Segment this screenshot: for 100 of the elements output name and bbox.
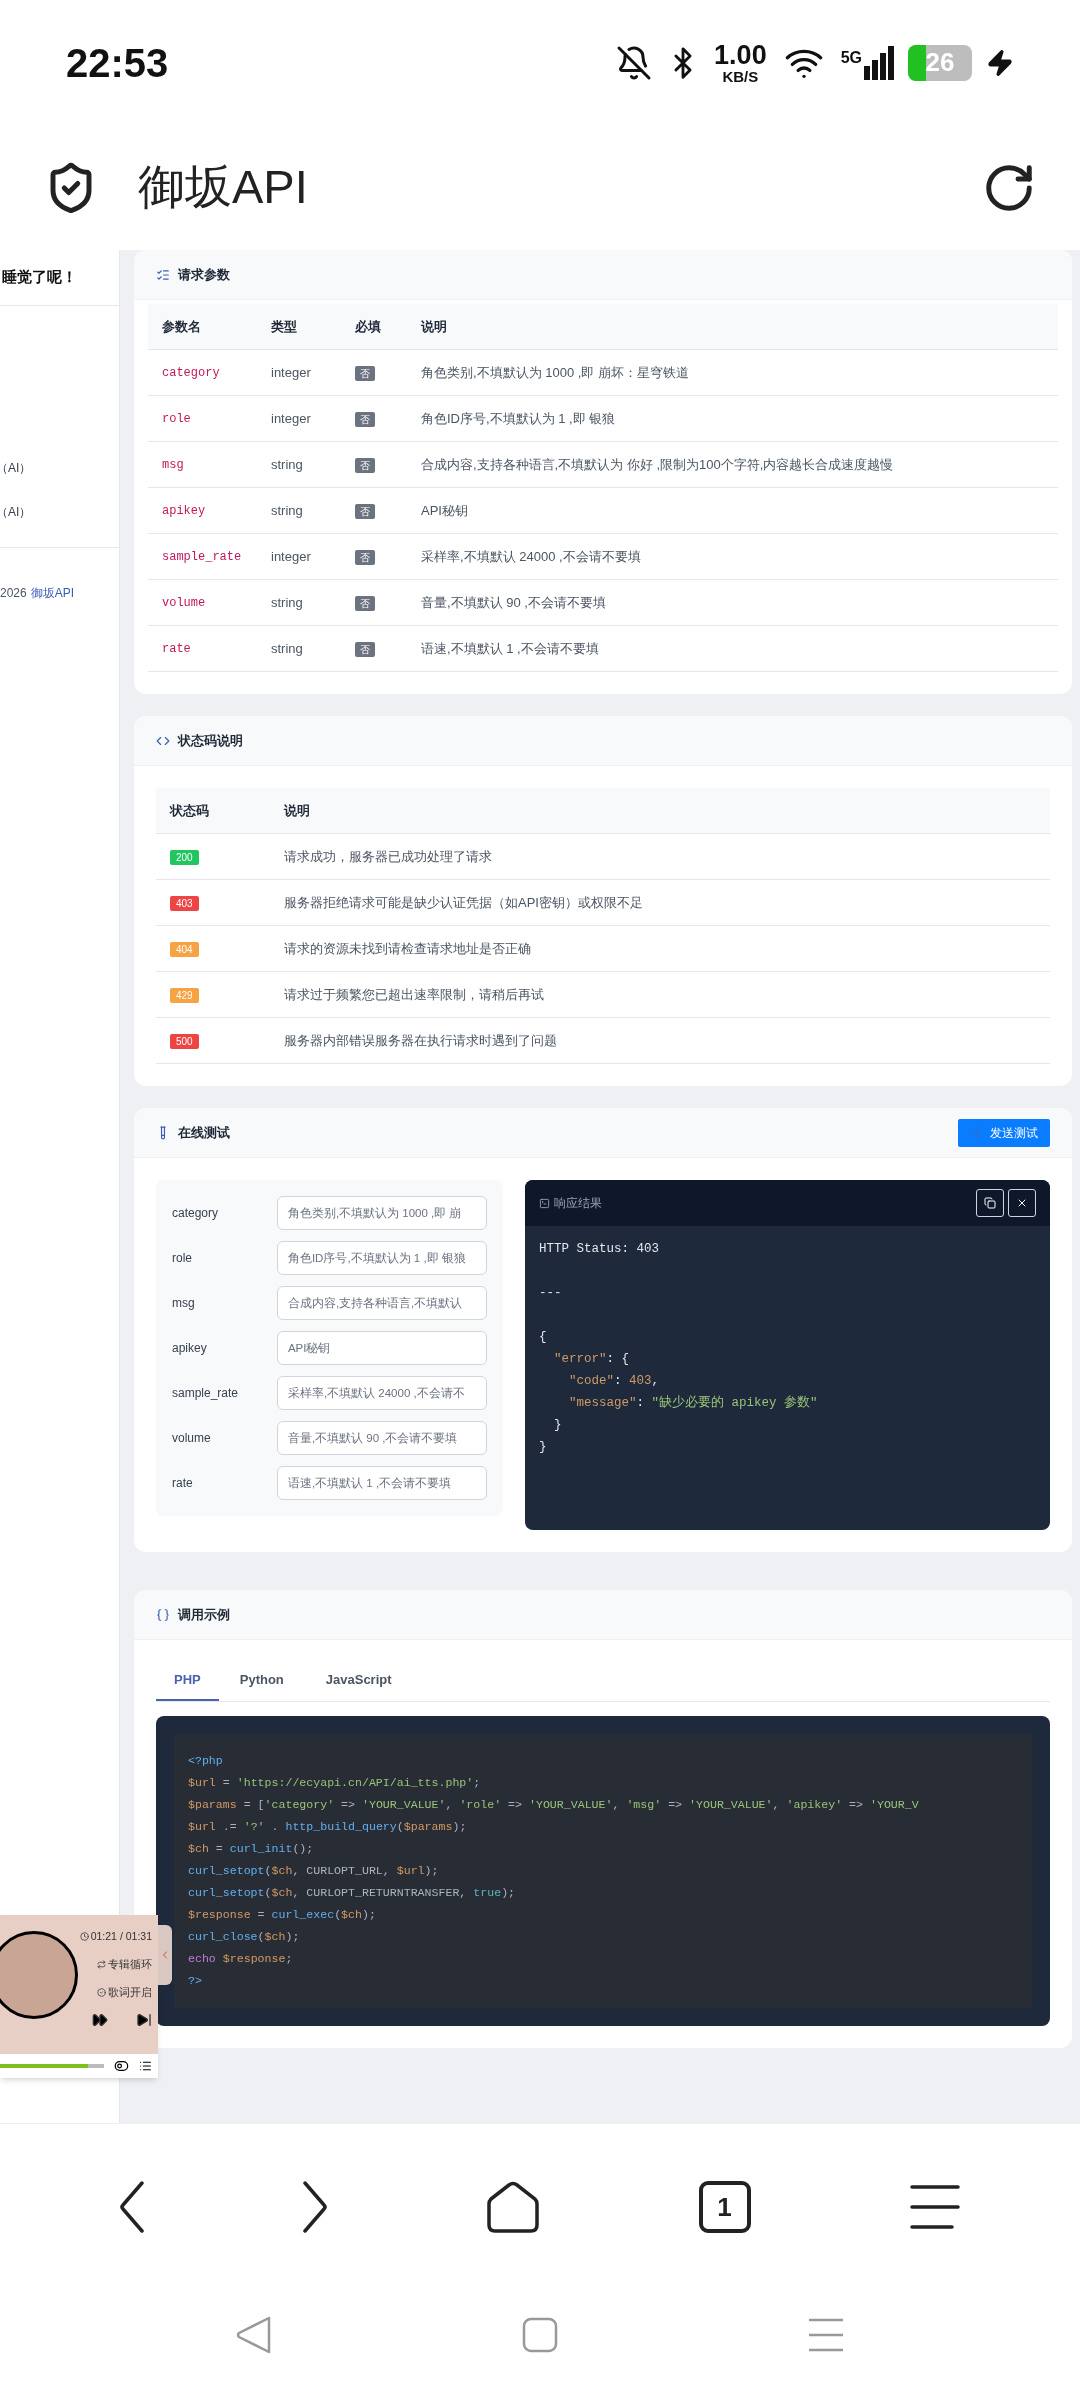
param-input[interactable]: 采样率,不填默认 24000 ,不会请不 <box>276 1376 487 1410</box>
status-code-badge: 200 <box>170 849 199 865</box>
fast-forward-icon[interactable] <box>92 2012 108 2029</box>
status-code-badge: 403 <box>170 895 199 911</box>
code-line: $params = ['category' => 'YOUR_VALUE', 'role' => 'YOUR_VALUE', 'msg' => 'YOUR_VALUE', 'apikey' => 'YOUR_V <box>188 1797 920 1813</box>
param-description: 语速,不填默认 1 ,不会请不要填 <box>421 639 600 658</box>
status-description: 请求的资源未找到请检查请求地址是否正确 <box>284 939 532 958</box>
param-description: API秘钥 <box>421 501 469 520</box>
code-line: <?php <box>188 1753 224 1769</box>
param-input[interactable]: 语速,不填默认 1 ,不会请不要填 <box>276 1466 487 1500</box>
home-icon[interactable] <box>487 2181 539 2233</box>
field-label: role <box>172 1250 193 1267</box>
status-description: 请求成功，服务器已成功处理了请求 <box>284 847 493 866</box>
code-line: echo $response; <box>188 1951 294 1967</box>
param-name: rate <box>161 640 192 658</box>
param-input[interactable]: 角色类别,不填默认为 1000 ,即 崩 <box>276 1196 487 1230</box>
back-icon[interactable] <box>119 2181 144 2233</box>
column-header: 类型 <box>271 317 298 336</box>
code-line: $url = 'https://ecyapi.cn/API/ai_tts.php'; <box>188 1775 482 1791</box>
send-icon <box>970 1126 982 1139</box>
net-speed: 1.00 <box>714 41 767 69</box>
required-badge: 否 <box>355 641 375 657</box>
param-name: sample_rate <box>161 548 243 566</box>
param-type: integer <box>271 547 312 566</box>
check-circle-icon[interactable] <box>97 1987 106 1997</box>
code-line: curl_setopt($ch, CURLOPT_RETURNTRANSFER, true); <box>188 1885 517 1901</box>
param-description: 合成内容,支持各种语言,不填默认为 你好 ,限制为100个字符,内容越长合成速度越慢 <box>421 455 895 474</box>
bell-off-icon <box>616 44 653 81</box>
sidebar-text: （AI） <box>0 504 33 521</box>
card-title: 请求参数 <box>178 265 230 284</box>
send-button[interactable]: 发送测试 <box>958 1118 1050 1147</box>
lyrics-toggle[interactable]: 歌词开启 <box>108 1984 152 2001</box>
page-title: 御坂API <box>138 159 309 216</box>
status-description: 请求过于频繁您已超出速率限制，请稍后再试 <box>284 985 545 1004</box>
forward-icon[interactable] <box>303 2181 328 2233</box>
code-line: curl_setopt($ch, CURLOPT_URL, $url); <box>188 1863 440 1879</box>
clock-time: 22:53 <box>66 39 169 87</box>
required-badge: 否 <box>355 549 375 565</box>
code-line: "code": 403, <box>568 1373 661 1390</box>
net-unit: KB/S <box>722 68 759 84</box>
menu-icon[interactable] <box>910 2184 961 2230</box>
code-line: --- <box>539 1285 563 1302</box>
required-badge: 否 <box>355 365 375 381</box>
playlist-icon[interactable] <box>139 2059 152 2073</box>
param-name: role <box>161 410 192 428</box>
close-button[interactable] <box>1008 1189 1036 1217</box>
field-label: volume <box>172 1430 212 1447</box>
param-name: volume <box>161 594 207 612</box>
code-line: $response = curl_exec($ch); <box>188 1907 377 1923</box>
param-input[interactable]: 合成内容,支持各种语言,不填默认 <box>276 1286 487 1320</box>
param-description: 采样率,不填默认 24000 ,不会请不要填 <box>421 547 642 566</box>
param-input[interactable]: API秘钥 <box>276 1331 487 1365</box>
signal-icon <box>864 45 894 80</box>
param-input[interactable]: 音量,不填默认 90 ,不会请不要填 <box>276 1421 487 1455</box>
clock-icon <box>79 1932 89 1942</box>
code-line: "error": { <box>553 1351 631 1368</box>
language-tab[interactable]: PHP <box>156 1660 219 1701</box>
param-type: string <box>271 455 304 474</box>
code-line: HTTP Status: 403 <box>539 1241 661 1258</box>
loop-mode[interactable]: 专辑循环 <box>108 1956 152 1973</box>
param-description: 音量,不填默认 90 ,不会请不要填 <box>421 593 607 612</box>
play-time: 01:21 / 01:31 <box>90 1929 152 1944</box>
recents-icon[interactable] <box>808 2318 844 2352</box>
param-type: string <box>271 501 304 520</box>
param-description: 角色类别,不填默认为 1000 ,即 崩坏：星穹铁道 <box>421 363 690 382</box>
toggle-icon[interactable] <box>114 2058 129 2074</box>
skip-forward-icon[interactable] <box>136 2012 152 2029</box>
tabs-button[interactable]: 1 <box>698 2181 751 2233</box>
field-label: category <box>172 1205 220 1222</box>
status-code-badge: 404 <box>170 941 199 957</box>
copy-button[interactable] <box>976 1189 1004 1217</box>
column-header: 状态码 <box>168 801 210 820</box>
param-type: string <box>271 639 304 658</box>
copy-icon <box>984 1197 996 1209</box>
column-header: 参数名 <box>161 317 202 336</box>
field-label: sample_rate <box>172 1385 240 1402</box>
code-line: $ch = curl_init(); <box>188 1841 315 1857</box>
param-description: 角色ID序号,不填默认为 1 ,即 银狼 <box>421 409 617 428</box>
card-title: 调用示例 <box>178 1605 230 1624</box>
code-line: { <box>539 1329 548 1346</box>
code-line: } <box>553 1417 563 1434</box>
progress-track[interactable] <box>0 2064 105 2068</box>
status-code-badge: 429 <box>170 987 199 1003</box>
close-icon <box>1016 1197 1028 1209</box>
card-title: 在线测试 <box>178 1123 230 1142</box>
code-line: ?> <box>188 1973 203 1989</box>
language-tab[interactable]: Python <box>218 1660 305 1701</box>
network-type: 5G <box>840 47 862 68</box>
column-header: 必填 <box>355 317 382 336</box>
response-title: 响应结果 <box>554 1195 603 1212</box>
required-badge: 否 <box>355 411 375 427</box>
code-line: $url .= '?' . http_build_query($params); <box>188 1819 468 1835</box>
language-tab[interactable]: JavaScript <box>304 1660 413 1701</box>
status-code-badge: 500 <box>170 1033 199 1049</box>
footer-link[interactable]: 御坂API <box>30 584 75 602</box>
param-name: category <box>161 364 221 382</box>
repeat-icon[interactable] <box>97 1960 106 1970</box>
param-input[interactable]: 角色ID序号,不填默认为 1 ,即 银狼 <box>276 1241 487 1275</box>
field-label: rate <box>172 1475 194 1492</box>
field-label: apikey <box>172 1340 208 1357</box>
